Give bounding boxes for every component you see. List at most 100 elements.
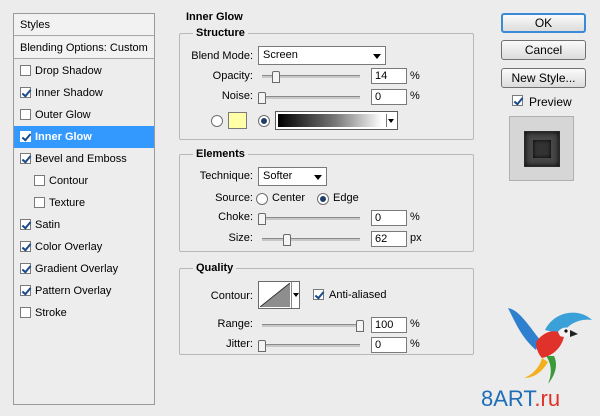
style-item[interactable]: Stroke [14,302,154,324]
jitter-slider-thumb[interactable] [258,340,266,352]
jitter-label: Jitter: [226,338,253,350]
style-item[interactable]: Inner Shadow [14,82,154,104]
checkbox-icon [313,289,324,300]
technique-select[interactable]: Softer [258,167,327,186]
opacity-unit: % [410,70,420,82]
style-item[interactable]: Inner Glow [14,126,154,148]
blending-options-label: Blending Options: Custom [20,42,148,54]
style-item-checkbox[interactable] [20,87,31,98]
noise-slider-thumb[interactable] [258,92,266,104]
style-item[interactable]: Color Overlay [14,236,154,258]
choke-slider[interactable] [258,213,360,225]
range-label: Range: [217,318,253,330]
color-radio[interactable] [211,115,223,127]
style-item-checkbox[interactable] [20,65,31,76]
style-item-checkbox[interactable] [20,109,31,120]
style-item[interactable]: Outer Glow [14,104,154,126]
style-item[interactable]: Contour [14,170,154,192]
gradient-picker[interactable] [275,111,398,130]
opacity-slider-thumb[interactable] [271,71,280,83]
contour-label: Contour: [210,290,253,302]
range-slider[interactable] [262,320,364,332]
gradient-dropdown[interactable] [386,114,396,127]
watermark-text: 8ART.ru [481,386,560,412]
style-item-checkbox[interactable] [20,131,31,142]
source-center-radio[interactable] [256,193,268,205]
preview-swatch [524,131,560,167]
size-label: Size: [228,232,253,244]
size-slider-thumb[interactable] [282,234,291,246]
noise-slider[interactable] [258,92,360,104]
panel-title: Inner Glow [183,11,246,23]
watermark-prefix: 8ART [481,386,535,411]
range-input[interactable]: 100 [371,317,407,333]
glow-color-swatch[interactable] [228,112,247,129]
checkbox-icon [512,95,523,106]
cancel-button[interactable]: Cancel [501,40,586,60]
opacity-label: Opacity: [212,70,253,82]
preview-inner [533,140,551,158]
style-item-checkbox[interactable] [20,307,31,318]
style-item-checkbox[interactable] [20,153,31,164]
jitter-slider[interactable] [258,340,360,352]
technique-value: Softer [263,170,293,182]
style-item-label: Inner Glow [35,131,92,143]
contour-dropdown[interactable] [291,282,299,308]
choke-unit: % [410,211,420,223]
chevron-down-icon [388,119,394,123]
source-center-label: Center [272,192,306,204]
style-item[interactable]: Drop Shadow [14,60,154,82]
style-item[interactable]: Satin [14,214,154,236]
style-item-label: Gradient Overlay [35,263,119,275]
styles-list: Styles Blending Options: Custom Drop Sha… [13,13,155,405]
style-item-checkbox[interactable] [20,219,31,230]
style-item-label: Color Overlay [35,241,103,253]
source-label: Source: [215,192,253,204]
style-item[interactable]: Gradient Overlay [14,258,154,280]
anti-aliased-checkbox[interactable] [313,289,325,301]
choke-label: Choke: [218,211,253,223]
style-item-checkbox[interactable] [34,197,45,208]
style-item-label: Pattern Overlay [35,285,112,297]
blending-options-item[interactable]: Blending Options: Custom [14,37,154,59]
style-preview-thumbnail [509,116,574,181]
range-unit: % [410,318,420,330]
new-style-button[interactable]: New Style... [501,68,586,88]
opacity-input[interactable]: 14 [371,68,407,84]
blend-mode-select[interactable]: Screen [258,46,386,65]
range-slider-thumb[interactable] [356,320,364,332]
choke-input[interactable]: 0 [371,210,407,226]
style-item[interactable]: Pattern Overlay [14,280,154,302]
style-item-label: Satin [35,219,61,231]
style-item-checkbox[interactable] [20,285,31,296]
style-item-label: Stroke [35,307,67,319]
size-unit: px [410,232,422,244]
quality-title: Quality [193,262,237,274]
size-input[interactable]: 62 [371,231,407,247]
styles-header-label: Styles [20,19,50,31]
noise-unit: % [410,90,420,102]
blend-mode-label: Blend Mode: [191,50,253,62]
blend-mode-value: Screen [263,49,298,61]
contour-picker[interactable] [258,281,300,309]
preview-checkbox[interactable] [512,95,524,107]
parrot-logo-icon [508,308,592,384]
noise-input[interactable]: 0 [371,89,407,105]
style-item-label: Bevel and Emboss [35,153,127,165]
style-item[interactable]: Texture [14,192,154,214]
styles-header[interactable]: Styles [14,14,154,36]
style-item[interactable]: Bevel and Emboss [14,148,154,170]
style-item-checkbox[interactable] [34,175,45,186]
opacity-slider[interactable] [262,71,360,83]
jitter-input[interactable]: 0 [371,337,407,353]
choke-slider-thumb[interactable] [258,213,266,225]
gradient-radio[interactable] [258,115,270,127]
gradient-preview [278,114,382,127]
watermark-suffix: .ru [534,386,561,411]
source-edge-radio[interactable] [317,193,329,205]
style-item-checkbox[interactable] [20,263,31,274]
ok-button[interactable]: OK [501,13,586,33]
size-slider[interactable] [262,234,360,246]
chevron-down-icon [293,293,299,297]
style-item-checkbox[interactable] [20,241,31,252]
